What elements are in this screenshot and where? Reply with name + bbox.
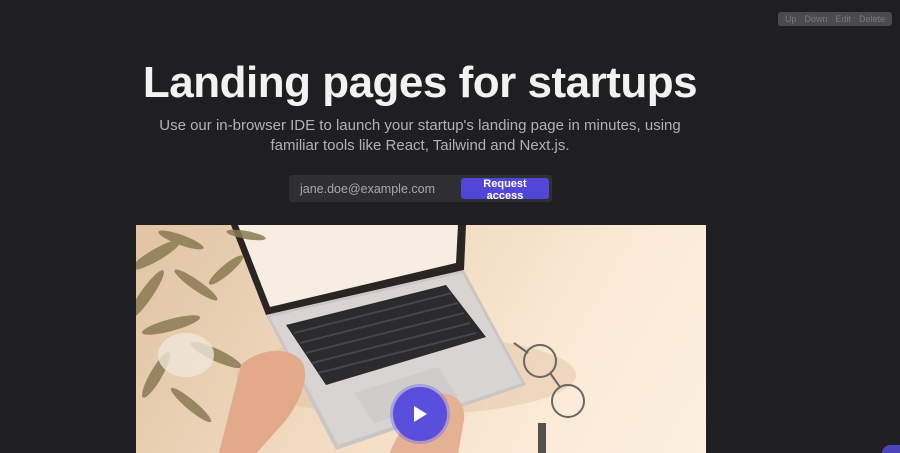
delete-button[interactable]: Delete: [855, 12, 889, 26]
chat-widget-launcher[interactable]: [882, 445, 900, 453]
play-icon: [414, 406, 427, 422]
hero-title: Landing pages for startups: [142, 58, 698, 107]
landing-page: Up Down Edit Delete Landing pages for st…: [0, 0, 900, 453]
play-button[interactable]: [393, 387, 447, 441]
move-up-button[interactable]: Up: [781, 12, 801, 26]
email-input[interactable]: [289, 175, 461, 202]
hero-video[interactable]: [136, 225, 706, 453]
signup-form: Request access: [289, 175, 552, 202]
hero-subtitle: Use our in-browser IDE to launch your st…: [159, 117, 681, 154]
edit-button[interactable]: Edit: [831, 12, 855, 26]
block-editor-toolbar: Up Down Edit Delete: [777, 12, 892, 26]
move-down-button[interactable]: Down: [800, 12, 831, 26]
request-access-button[interactable]: Request access: [461, 178, 549, 202]
